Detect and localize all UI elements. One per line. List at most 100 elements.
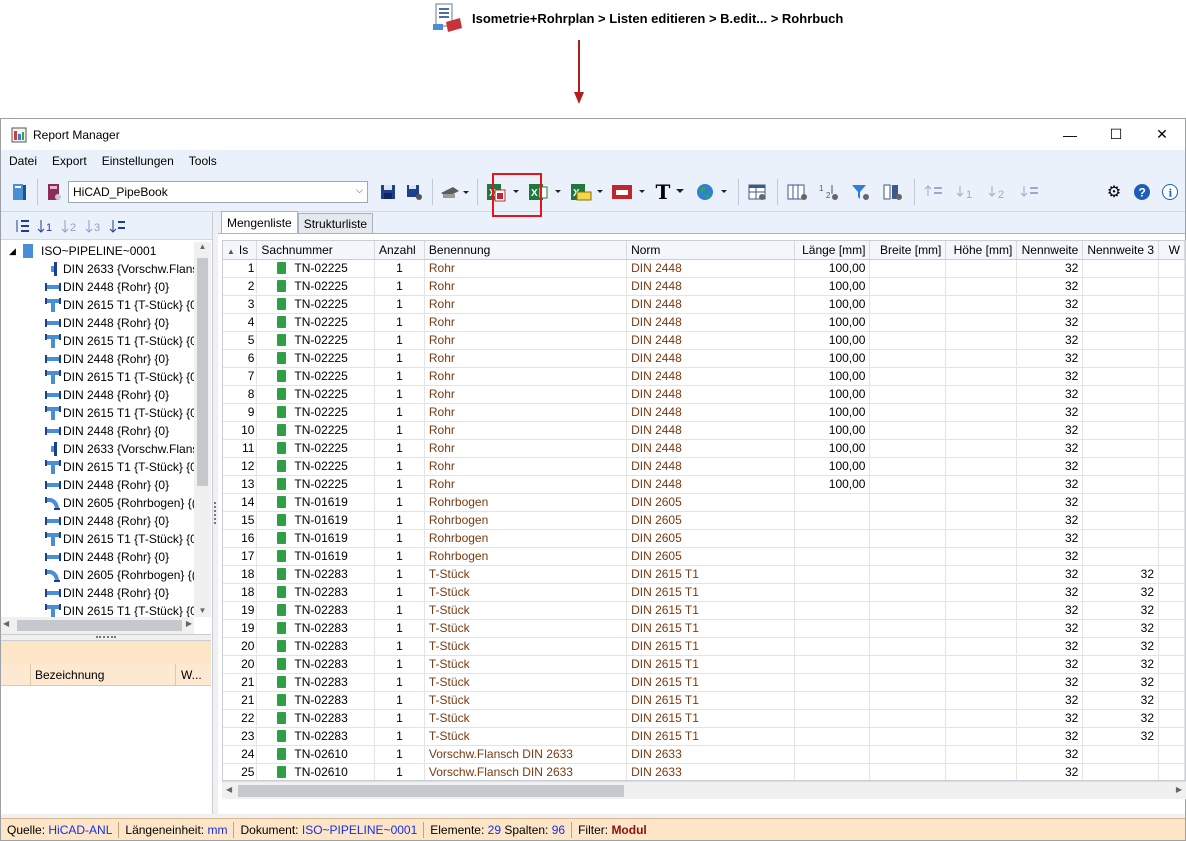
tree-item[interactable]: DIN 2633 {Vorschw.Flansc xyxy=(1,440,211,458)
sort-icon[interactable]: 12 xyxy=(814,179,844,205)
column-header[interactable]: Breite [mm] xyxy=(869,241,947,260)
table-row[interactable]: 9 TN-02225 1 Rohr DIN 2448 100,00 32 xyxy=(223,403,1185,422)
pipebook-icon[interactable] xyxy=(42,179,66,205)
table-row[interactable]: 25 TN-02610 1 Vorschw.Flansch DIN 2633 DIN 2… xyxy=(223,763,1185,780)
columns-icon[interactable] xyxy=(782,179,812,205)
level-1-icon[interactable]: 1 xyxy=(951,179,981,205)
tree-item[interactable]: DIN 2605 {Rohrbogen} {( xyxy=(1,566,211,584)
report-icon[interactable] xyxy=(7,179,31,205)
tree-item[interactable]: DIN 2448 {Rohr} {0} xyxy=(1,584,211,602)
menu-export[interactable]: Export xyxy=(44,154,94,168)
tree-sort-icon[interactable] xyxy=(13,217,31,235)
tree-item[interactable]: DIN 2448 {Rohr} {0} xyxy=(1,386,211,404)
tree-item[interactable]: DIN 2448 {Rohr} {0} xyxy=(1,422,211,440)
column-header[interactable]: Höhe [mm] xyxy=(945,241,1018,260)
tree-item[interactable]: DIN 2615 T1 {T-Stück} {0 xyxy=(1,332,211,350)
table-row[interactable]: 1 TN-02225 1 Rohr DIN 2448 100,00 32 xyxy=(223,259,1185,278)
table-row[interactable]: 18 TN-02283 1 T-Stück DIN 2615 T1 32 32 xyxy=(223,583,1185,602)
table-row[interactable]: 19 TN-02283 1 T-Stück DIN 2615 T1 32 32 xyxy=(223,601,1185,620)
table-row[interactable]: 11 TN-02225 1 Rohr DIN 2448 100,00 32 xyxy=(223,439,1185,458)
scroll-right-arrow[interactable]: ▶ xyxy=(1176,785,1182,794)
table-row[interactable]: 10 TN-02225 1 Rohr DIN 2448 100,00 32 xyxy=(223,421,1185,440)
filter-icon[interactable] xyxy=(846,179,876,205)
scroll-thumb[interactable] xyxy=(197,258,208,486)
group-icon[interactable] xyxy=(878,179,908,205)
table-row[interactable]: 20 TN-02283 1 T-Stück DIN 2615 T1 32 32 xyxy=(223,655,1185,674)
tree-item[interactable]: DIN 2448 {Rohr} {0} xyxy=(1,278,211,296)
table-row[interactable]: 6 TN-02225 1 Rohr DIN 2448 100,00 32 xyxy=(223,349,1185,368)
column-header[interactable]: Sachnummer xyxy=(256,241,375,260)
table-row[interactable]: 7 TN-02225 1 Rohr DIN 2448 100,00 32 xyxy=(223,367,1185,386)
settings-icon[interactable]: ⚙ xyxy=(1101,179,1127,205)
tree-item[interactable]: DIN 2448 {Rohr} {0} xyxy=(1,314,211,332)
table-row[interactable]: 19 TN-02283 1 T-Stück DIN 2615 T1 32 32 xyxy=(223,619,1185,638)
table-row[interactable]: 8 TN-02225 1 Rohr DIN 2448 100,00 32 xyxy=(223,385,1185,404)
tree-horizontal-scrollbar[interactable]: ◀ ▶ xyxy=(1,617,194,634)
props-col-wert[interactable]: W... xyxy=(176,668,202,682)
table-row[interactable]: 15 TN-01619 1 Rohrbogen DIN 2605 32 xyxy=(223,511,1185,530)
table-row[interactable]: 16 TN-01619 1 Rohrbogen DIN 2605 32 xyxy=(223,529,1185,548)
table-row[interactable]: 18 TN-02283 1 T-Stück DIN 2615 T1 32 32 xyxy=(223,565,1185,584)
table-row[interactable]: 17 TN-01619 1 Rohrbogen DIN 2605 32 xyxy=(223,547,1185,566)
collapse-icon[interactable]: ◢ xyxy=(9,246,23,257)
column-header[interactable]: Nennweite 3 xyxy=(1082,241,1160,260)
scroll-thumb[interactable] xyxy=(17,620,182,631)
menu-einstellungen[interactable]: Einstellungen xyxy=(94,154,181,168)
column-header[interactable]: ▲ Is xyxy=(223,241,258,260)
tree-item[interactable]: DIN 2615 T1 {T-Stück} {0 xyxy=(1,458,211,476)
web-icon[interactable] xyxy=(692,179,732,205)
template-combobox[interactable]: HiCAD_PipeBook ⌵ xyxy=(68,180,368,203)
text-icon[interactable]: T xyxy=(650,179,690,205)
tree-item[interactable]: DIN 2615 T1 {T-Stück} {0 xyxy=(1,368,211,386)
table-row[interactable]: 5 TN-02225 1 Rohr DIN 2448 100,00 32 xyxy=(223,331,1185,350)
help-icon[interactable]: ? xyxy=(1129,179,1155,205)
level-up-icon[interactable] xyxy=(919,179,949,205)
grid-horizontal-scrollbar[interactable]: ◀ ▶ xyxy=(222,781,1186,799)
tree-item[interactable]: DIN 2605 {Rohrbogen} {( xyxy=(1,494,211,512)
save-icon[interactable] xyxy=(376,179,400,205)
table-row[interactable]: 2 TN-02225 1 Rohr DIN 2448 100,00 32 xyxy=(223,277,1185,296)
excel-xml-icon[interactable]: X xyxy=(566,179,606,205)
tab-mengenliste[interactable]: Mengenliste xyxy=(221,211,298,233)
table-row[interactable]: 21 TN-02283 1 T-Stück DIN 2615 T1 32 32 xyxy=(223,691,1185,710)
tree-level-1-icon[interactable]: 1 xyxy=(37,217,55,235)
scroll-up-arrow[interactable]: ▲ xyxy=(194,242,211,256)
scroll-down-arrow[interactable]: ▼ xyxy=(194,606,211,615)
scroll-left-arrow[interactable]: ◀ xyxy=(3,619,9,628)
tree-level-3-icon[interactable]: 3 xyxy=(85,217,103,235)
table-row[interactable]: 23 TN-02283 1 T-Stück DIN 2615 T1 32 32 xyxy=(223,727,1185,746)
save-as-icon[interactable] xyxy=(402,179,426,205)
column-header[interactable]: Anzahl xyxy=(374,241,425,260)
column-header[interactable]: Benennung xyxy=(424,241,628,260)
menu-datei[interactable]: Datei xyxy=(1,154,44,168)
tree-item[interactable]: DIN 2615 T1 {T-Stück} {0 xyxy=(1,602,211,617)
tree-level-2-icon[interactable]: 2 xyxy=(61,217,79,235)
scroll-left-arrow[interactable]: ◀ xyxy=(226,785,232,794)
table-row[interactable]: 24 TN-02610 1 Vorschw.Flansch DIN 2633 DIN 2… xyxy=(223,745,1185,764)
level-2-icon[interactable]: 2 xyxy=(983,179,1013,205)
tree-item[interactable]: DIN 2448 {Rohr} {0} xyxy=(1,512,211,530)
level-down-icon[interactable] xyxy=(1015,179,1045,205)
tree-item[interactable]: DIN 2448 {Rohr} {0} xyxy=(1,350,211,368)
tree-level-down-icon[interactable] xyxy=(109,217,127,235)
tab-strukturliste[interactable]: Strukturliste xyxy=(297,213,374,233)
table-row[interactable]: 20 TN-02283 1 T-Stück DIN 2615 T1 32 32 xyxy=(223,637,1185,656)
tree-item[interactable]: DIN 2448 {Rohr} {0} xyxy=(1,548,211,566)
pdf-icon[interactable] xyxy=(608,179,648,205)
props-col-bezeichnung[interactable]: Bezeichnung xyxy=(31,663,176,686)
menu-tools[interactable]: Tools xyxy=(181,154,224,168)
maximize-button[interactable]: ☐ xyxy=(1093,119,1139,150)
column-header[interactable]: Norm xyxy=(626,241,795,260)
info-icon[interactable]: i xyxy=(1157,179,1183,205)
minimize-button[interactable]: — xyxy=(1047,119,1093,150)
close-button[interactable]: ✕ xyxy=(1139,119,1185,150)
column-header[interactable]: Nennweite xyxy=(1016,241,1084,260)
tree-item[interactable]: DIN 2615 T1 {T-Stück} {0 xyxy=(1,296,211,314)
tree-root[interactable]: ◢ ISO~PIPELINE~0001 xyxy=(1,242,211,260)
tree-item[interactable]: DIN 2633 {Vorschw.Flansc xyxy=(1,260,211,278)
table-row[interactable]: 3 TN-02225 1 Rohr DIN 2448 100,00 32 xyxy=(223,295,1185,314)
scroll-right-arrow[interactable]: ▶ xyxy=(186,619,192,628)
tree-item[interactable]: DIN 2615 T1 {T-Stück} {0 xyxy=(1,404,211,422)
table-row[interactable]: 14 TN-01619 1 Rohrbogen DIN 2605 32 xyxy=(223,493,1185,512)
tree-item[interactable]: DIN 2448 {Rohr} {0} xyxy=(1,476,211,494)
